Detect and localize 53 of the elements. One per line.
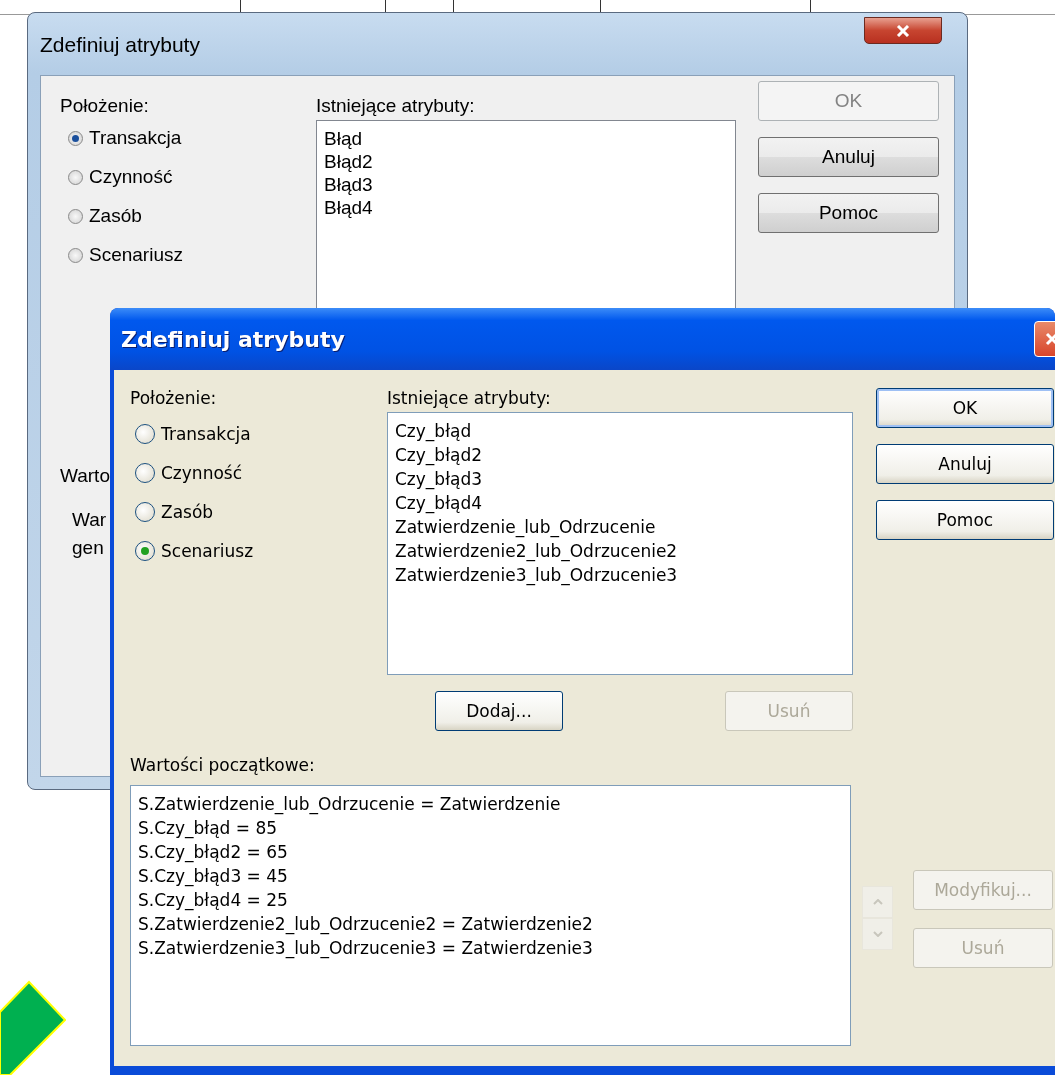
list-item[interactable]: Błąd2 (324, 150, 728, 173)
radio-label[interactable]: Transakcja (161, 424, 251, 444)
dialog-button[interactable]: Pomoc (758, 193, 939, 233)
section-label: Istniejące atrybuty: (316, 94, 476, 118)
list-item[interactable]: Błąd4 (324, 196, 728, 219)
list-item[interactable]: Błąd3 (324, 173, 728, 196)
section-label: Położenie: (130, 387, 218, 410)
section-label: Położenie: (60, 94, 150, 118)
radio-label[interactable]: Scenariusz (89, 244, 183, 266)
list-item[interactable]: Czy_błąd2 (395, 443, 845, 467)
section-label: Warto (60, 464, 110, 488)
list-item[interactable]: S.Czy_błąd4 = 25 (138, 888, 843, 912)
radio-label[interactable]: Czynność (89, 166, 173, 188)
list-item[interactable]: Czy_błąd (395, 419, 845, 443)
close-icon (896, 24, 910, 37)
radio-label[interactable]: Zasób (161, 502, 214, 522)
list-item[interactable]: Zatwierdzenie_lub_Odrzucenie (395, 515, 845, 539)
radio-label[interactable]: Scenariusz (161, 541, 254, 561)
list-item[interactable]: Czy_błąd3 (395, 467, 845, 491)
radio-label[interactable]: Transakcja (89, 127, 182, 149)
window-title: Zdefiniuj atrybuty (40, 33, 200, 57)
hint-text: War (72, 508, 107, 532)
section-label: Istniejące atrybuty: (387, 387, 552, 410)
list-item[interactable]: S.Czy_błąd3 = 45 (138, 864, 843, 888)
window-title: Zdefiniuj atrybuty (121, 326, 345, 352)
list-item[interactable]: S.Zatwierdzenie_lub_Odrzucenie = Zatwierdzenie (138, 792, 843, 816)
radio-button[interactable] (68, 130, 83, 146)
radio-button[interactable] (68, 208, 83, 224)
dialog-button[interactable]: Dodaj... (435, 691, 563, 731)
list-item[interactable]: S.Czy_błąd2 = 65 (138, 840, 843, 864)
list-item[interactable]: S.Czy_błąd = 85 (138, 816, 843, 840)
list-item[interactable]: Błąd (324, 127, 728, 150)
list-item[interactable]: Zatwierdzenie2_lub_Odrzucenie2 (395, 539, 845, 563)
section-label: Wartości początkowe: (130, 754, 316, 777)
list-item[interactable]: S.Zatwierdzenie3_lub_Odrzucenie3 = Zatwierdzenie3 (138, 936, 843, 960)
dialog-button[interactable]: OK (876, 388, 1054, 428)
radio-label[interactable]: Czynność (161, 463, 242, 483)
close-button[interactable] (864, 17, 942, 44)
radio-button[interactable] (135, 502, 155, 522)
radio-label[interactable]: Zasób (89, 205, 142, 227)
radio-button[interactable] (68, 247, 83, 263)
list-item[interactable]: Czy_błąd4 (395, 491, 845, 515)
hint-text: gen (72, 536, 104, 560)
list-item[interactable]: Zatwierdzenie3_lub_Odrzucenie3 (395, 563, 845, 587)
close-icon (1045, 332, 1055, 346)
radio-button[interactable] (135, 541, 155, 561)
dialog-button[interactable]: Anuluj (758, 137, 939, 177)
dialog-button[interactable]: Anuluj (876, 444, 1054, 484)
radio-button[interactable] (135, 424, 155, 444)
list-item[interactable]: S.Zatwierdzenie2_lub_Odrzucenie2 = Zatwierdzenie2 (138, 912, 843, 936)
radio-button[interactable] (68, 169, 83, 185)
dialog-button[interactable]: Pomoc (876, 500, 1054, 540)
radio-button[interactable] (135, 463, 155, 483)
